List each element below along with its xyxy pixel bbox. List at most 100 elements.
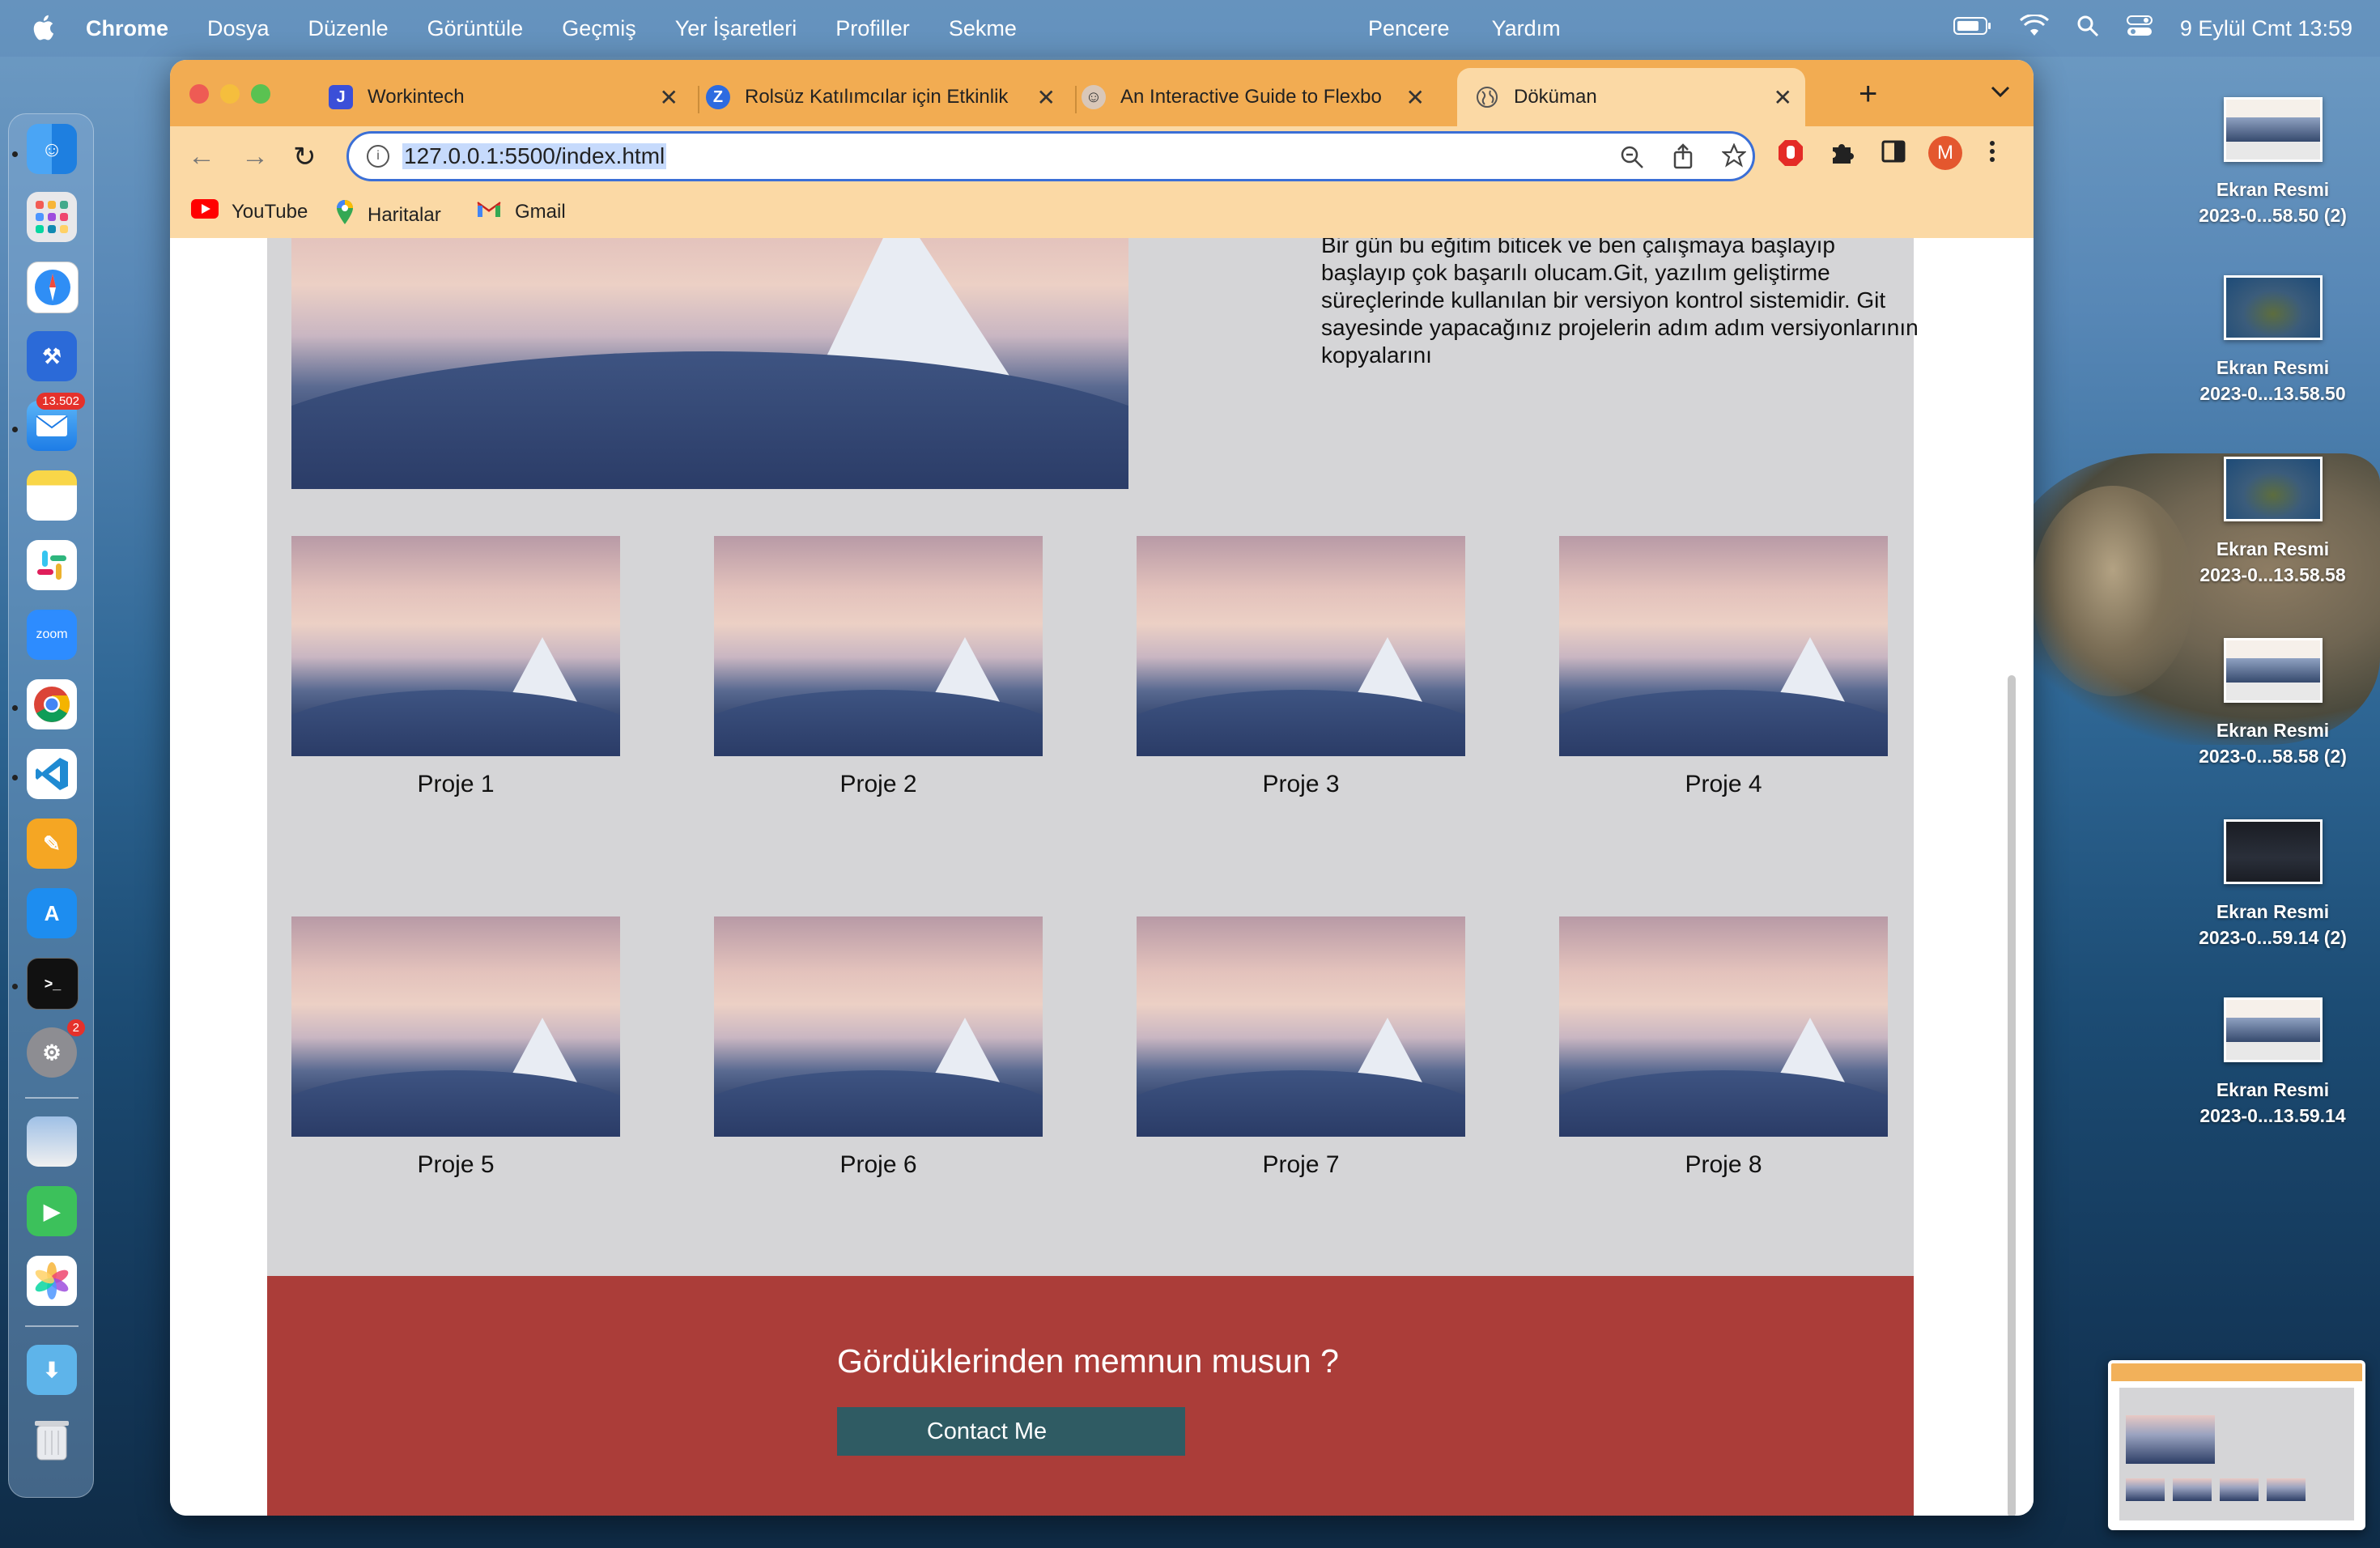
new-tab-plus-icon[interactable]: + — [1859, 76, 1877, 113]
file-name-line2: 2023-0...58.58 (2) — [2199, 746, 2347, 767]
desktop-file-screenshot[interactable]: Ekran Resmi 2023-0...13.59.14 — [2170, 997, 2376, 1129]
zoom-window-button[interactable] — [251, 84, 270, 104]
notes-icon[interactable] — [27, 470, 77, 521]
running-indicator — [12, 427, 18, 432]
project-title: Proje 5 — [417, 1151, 495, 1178]
desktop-file-screenshot[interactable]: Ekran Resmi 2023-0...13.58.50 — [2170, 275, 2376, 406]
tab-zoom-events[interactable]: Z Rolsüz Katılımcılar için Etkinlik ✕ — [706, 68, 1069, 126]
project-image — [714, 916, 1043, 1137]
side-panel-icon[interactable] — [1881, 139, 1906, 170]
share-icon[interactable] — [1672, 143, 1694, 173]
zoom-magnifier-icon[interactable] — [1620, 145, 1644, 173]
menu-pencere[interactable]: Pencere — [1368, 16, 1450, 41]
project-title: Proje 3 — [1262, 771, 1340, 797]
photos-icon[interactable] — [27, 1256, 77, 1306]
terminal-icon[interactable]: >_ — [27, 958, 79, 1010]
menu-profiller[interactable]: Profiller — [835, 16, 910, 41]
file-name-line1: Ekran Resmi — [2216, 901, 2330, 922]
project-image — [714, 536, 1043, 756]
page-scrollbar-thumb[interactable] — [2008, 675, 2016, 1516]
preview-project-image — [2173, 1478, 2212, 1501]
menu-yardim[interactable]: Yardım — [1492, 16, 1561, 41]
battery-icon[interactable] — [1953, 16, 1992, 41]
trash-icon[interactable] — [27, 1414, 77, 1465]
profile-avatar[interactable]: M — [1928, 136, 1962, 170]
wifi-icon[interactable] — [2019, 13, 2049, 43]
chrome-menu-kebab-icon[interactable] — [1988, 139, 1996, 170]
menu-duzenle[interactable]: Düzenle — [308, 16, 389, 41]
tab-flexbox-guide[interactable]: ☺ An Interactive Guide to Flexbo ✕ — [1082, 68, 1438, 126]
reload-icon[interactable]: ↻ — [293, 141, 317, 173]
project-image — [1559, 536, 1888, 756]
bookmark-haritalar[interactable]: Haritalar — [335, 199, 441, 231]
file-name-line2: 2023-0...58.50 (2) — [2199, 205, 2347, 226]
file-name-line1: Ekran Resmi — [2216, 538, 2330, 559]
preview-icon[interactable] — [27, 1116, 77, 1167]
close-tab-icon[interactable]: ✕ — [660, 84, 678, 111]
tab-search-chevron-down-icon[interactable] — [1990, 84, 2011, 103]
safari-icon[interactable] — [27, 262, 79, 313]
mail-icon[interactable]: 13.502 — [27, 393, 85, 451]
menu-bar-clock[interactable]: 9 Eylül Cmt 13:59 — [2180, 16, 2352, 41]
extensions-puzzle-icon[interactable] — [1830, 139, 1855, 172]
zoom-icon[interactable]: zoom — [27, 610, 77, 660]
chrome-icon[interactable] — [27, 679, 77, 729]
control-center-icon[interactable] — [2126, 15, 2153, 43]
bookmark-star-icon[interactable] — [1721, 142, 1747, 172]
menu-sekme[interactable]: Sekme — [949, 16, 1017, 41]
footer-question: Gördüklerinden memnun musun ? — [837, 1342, 1339, 1380]
pages-icon[interactable]: ✎ — [27, 819, 77, 869]
contact-me-button[interactable]: Contact Me — [837, 1407, 1185, 1456]
desktop-file-screenshot[interactable]: Ekran Resmi 2023-0...58.58 (2) — [2170, 638, 2376, 769]
file-name-line1: Ekran Resmi — [2216, 720, 2330, 741]
menu-yer-isaretleri[interactable]: Yer İşaretleri — [675, 16, 797, 41]
bookmark-label: Haritalar — [368, 203, 441, 226]
screenshot-thumbnail — [2223, 275, 2323, 340]
slack-icon[interactable] — [27, 540, 77, 590]
minimize-window-button[interactable] — [220, 84, 240, 104]
screenshot-thumbnail — [2223, 97, 2323, 162]
site-info-icon[interactable]: i — [367, 145, 389, 168]
project-title: Proje 8 — [1685, 1151, 1762, 1178]
file-name-line1: Ekran Resmi — [2216, 1079, 2330, 1100]
menu-goruntule[interactable]: Görüntüle — [427, 16, 524, 41]
downloads-folder-icon[interactable]: ⬇ — [27, 1345, 77, 1395]
hero-paragraph: Bir gün bu eğitim biticek ve ben çalışma… — [1321, 238, 1919, 368]
workintech-icon: J — [329, 85, 353, 109]
menu-gecmis[interactable]: Geçmiş — [562, 16, 636, 41]
menu-dosya[interactable]: Dosya — [207, 16, 270, 41]
finder-icon[interactable]: ☺ — [27, 124, 77, 174]
close-window-button[interactable] — [189, 84, 209, 104]
app-store-icon[interactable]: A — [27, 888, 77, 938]
desktop-file-screenshot[interactable]: Ekran Resmi 2023-0...58.50 (2) — [2170, 97, 2376, 228]
vscode-icon[interactable] — [27, 749, 77, 799]
adblock-extension-icon[interactable] — [1778, 139, 1804, 173]
launchpad-icon[interactable] — [27, 192, 77, 242]
mail-badge: 13.502 — [36, 393, 85, 410]
tab-dokuman[interactable]: Döküman ✕ — [1457, 68, 1805, 126]
address-bar-url[interactable]: 127.0.0.1:5500/index.html — [402, 143, 667, 169]
screenshot-thumbnail — [2223, 638, 2323, 703]
desktop-file-screenshot[interactable]: Ekran Resmi 2023-0...13.58.58 — [2170, 457, 2376, 588]
menu-app-name[interactable]: Chrome — [86, 16, 168, 41]
tab-title: An Interactive Guide to Flexbo — [1120, 86, 1382, 108]
facetime-icon[interactable]: ▶ — [27, 1186, 77, 1236]
spotlight-search-icon[interactable] — [2076, 15, 2099, 43]
file-name-line2: 2023-0...13.58.50 — [2199, 383, 2346, 404]
bookmark-youtube[interactable]: YouTube — [191, 199, 308, 224]
address-bar[interactable]: i 127.0.0.1:5500/index.html — [346, 131, 1755, 181]
system-settings-icon[interactable]: ⚙ 2 — [27, 1019, 85, 1078]
desktop-file-screenshot[interactable]: Ekran Resmi 2023-0...59.14 (2) — [2170, 819, 2376, 950]
forward-arrow-icon[interactable]: → — [241, 141, 269, 172]
tab-workintech[interactable]: J Workintech ✕ — [329, 68, 691, 126]
apple-logo-icon[interactable] — [31, 13, 55, 42]
screenshot-preview-thumbnail[interactable] — [2108, 1360, 2365, 1530]
bookmark-gmail[interactable]: Gmail — [476, 199, 566, 224]
close-tab-icon[interactable]: ✕ — [1774, 84, 1792, 111]
snow-slope — [291, 690, 620, 756]
close-tab-icon[interactable]: ✕ — [1037, 84, 1056, 111]
xcode-icon[interactable]: ⚒ — [27, 331, 77, 381]
close-tab-icon[interactable]: ✕ — [1406, 84, 1425, 111]
back-arrow-icon[interactable]: ← — [188, 141, 215, 172]
project-image — [291, 916, 620, 1137]
